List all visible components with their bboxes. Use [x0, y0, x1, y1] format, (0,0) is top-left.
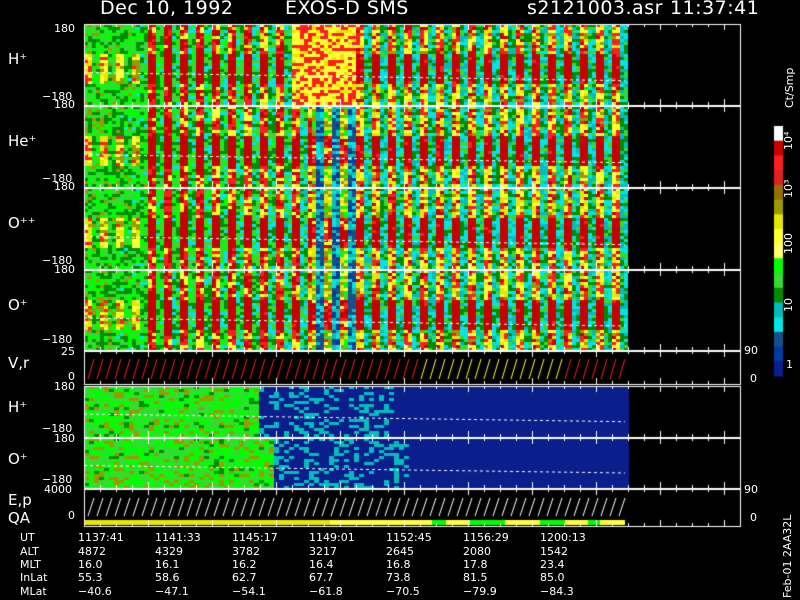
- colorbar-label-100: 100: [782, 233, 795, 254]
- cell: 1137:41: [78, 531, 124, 545]
- cell: 17.8: [463, 557, 488, 571]
- colorbar-label-10: 10: [782, 298, 795, 312]
- cell: 58.6: [155, 571, 180, 585]
- footer-id: Feb-01 2AA32L: [781, 514, 794, 598]
- cell: 16.2: [232, 557, 257, 571]
- plot-window: { "header": { "date": "Dec 10, 1992", "i…: [0, 0, 800, 600]
- tick-label: 4000: [44, 483, 72, 496]
- right-tick-label: 90: [744, 344, 758, 357]
- cell: 4872: [78, 544, 106, 558]
- cell: 23.4: [540, 557, 565, 571]
- panel-label-he-plus: He⁺: [8, 132, 37, 150]
- tick-label: 25: [61, 345, 75, 358]
- row-label: UT: [20, 531, 35, 545]
- title-instrument: EXOS-D SMS: [285, 0, 409, 19]
- panel-label-ep: E,p: [8, 491, 32, 509]
- cell: 1156:29: [463, 531, 509, 545]
- row-label: InLat: [20, 571, 48, 585]
- colorbar-units: Ct/Smp: [783, 67, 796, 108]
- panel-label-h-plus: H⁺: [8, 50, 28, 68]
- cell: 16.0: [78, 557, 103, 571]
- tick-label: 180: [54, 22, 75, 35]
- cell: 73.8: [386, 571, 411, 585]
- panel-label-h-plus-2: H⁺: [8, 398, 28, 416]
- cell: 62.7: [232, 571, 257, 585]
- tick-label: 180: [54, 98, 75, 111]
- cell: 67.7: [309, 571, 334, 585]
- cell: 81.5: [463, 571, 488, 585]
- right-tick-label: 0: [750, 372, 757, 385]
- panel-label-o-plus: O⁺: [8, 296, 28, 314]
- ephemeris-row-mlat: MLat −40.6 −47.1 −54.1 −61.8 −70.5 −79.9…: [20, 585, 617, 598]
- ephemeris-row-inlat: InLat 55.3 58.6 62.7 67.7 73.8 81.5 85.0: [20, 571, 617, 584]
- cell: 2080: [463, 544, 491, 558]
- cell: −70.5: [386, 584, 420, 598]
- cell: 55.3: [78, 571, 103, 585]
- cell: −54.1: [232, 584, 266, 598]
- cell: 16.4: [309, 557, 334, 571]
- spectrogram-canvas: [0, 0, 800, 600]
- right-tick-label: 0: [750, 511, 757, 524]
- cell: 4329: [155, 544, 183, 558]
- ephemeris-table: UT 1137:41 1141:33 1145:17 1149:01 1152:…: [20, 531, 617, 598]
- cell: −61.8: [309, 584, 343, 598]
- panel-label-o-plus-2: O⁺: [8, 450, 28, 468]
- tick-label: 180: [54, 263, 75, 276]
- colorbar-label-1e3: 10³: [782, 179, 795, 198]
- colorbar-label-1e4: 10⁴: [782, 131, 795, 150]
- title-time: 11:37:41: [670, 0, 760, 19]
- tick-label: 180: [54, 432, 75, 445]
- title-file: s2121003.asr: [527, 0, 663, 19]
- cell: 3217: [309, 544, 337, 558]
- cell: −79.9: [463, 584, 497, 598]
- cell: −84.3: [540, 584, 574, 598]
- cell: −40.6: [78, 584, 112, 598]
- panel-label-qa: QA: [8, 509, 31, 527]
- cell: 1152:45: [386, 531, 432, 545]
- tick-label: 180: [54, 380, 75, 393]
- ephemeris-row-mlt: MLT 16.0 16.1 16.2 16.4 16.8 17.8 23.4: [20, 558, 617, 571]
- ephemeris-row-ut: UT 1137:41 1141:33 1145:17 1149:01 1152:…: [20, 531, 617, 544]
- title-date: Dec 10, 1992: [100, 0, 234, 19]
- tick-label: 0: [68, 509, 75, 522]
- cell: 85.0: [540, 571, 565, 585]
- cell: 1145:17: [232, 531, 278, 545]
- cell: 16.8: [386, 557, 411, 571]
- cell: 3782: [232, 544, 260, 558]
- tick-label: 180: [54, 180, 75, 193]
- cell: 2645: [386, 544, 414, 558]
- row-label: MLT: [20, 557, 41, 571]
- panel-label-vr: V,r: [8, 354, 30, 372]
- cell: 1149:01: [309, 531, 355, 545]
- cell: −47.1: [155, 584, 189, 598]
- ephemeris-row-alt: ALT 4872 4329 3782 3217 2645 2080 1542: [20, 544, 617, 558]
- cell: 1141:33: [155, 531, 201, 545]
- row-label: MLat: [20, 584, 47, 598]
- cell: 16.1: [155, 557, 180, 571]
- right-tick-label: 90: [744, 483, 758, 496]
- cell: 1200:13: [540, 531, 586, 545]
- row-label: ALT: [20, 544, 39, 558]
- colorbar-label-1: 1: [786, 358, 793, 371]
- panel-label-o-plusplus: O⁺⁺: [8, 214, 36, 232]
- cell: 1542: [540, 544, 568, 558]
